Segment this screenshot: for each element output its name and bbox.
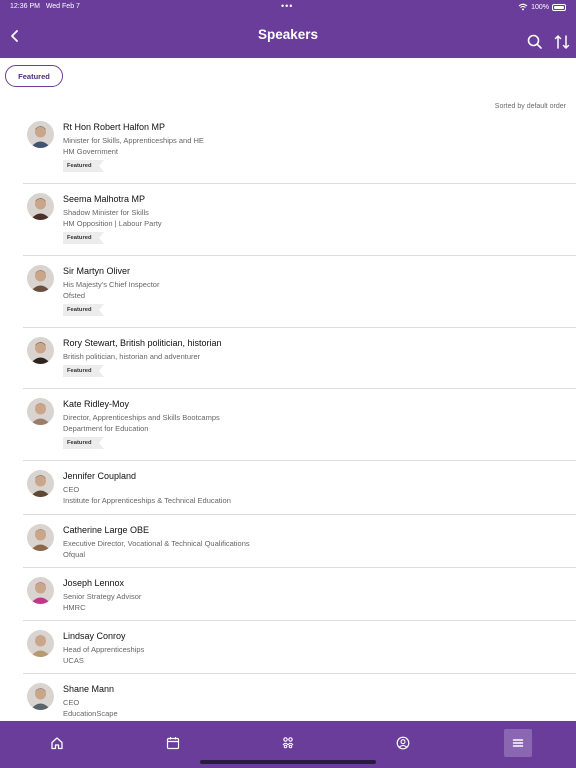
speaker-name: Rory Stewart, British politician, histor… — [63, 338, 222, 348]
battery-icon — [552, 3, 566, 11]
sort-order-label: Sorted by default order — [494, 103, 566, 110]
featured-badge: Featured — [63, 160, 104, 172]
home-indicator — [200, 760, 376, 764]
speaker-avatar — [27, 524, 54, 551]
speaker-avatar — [27, 337, 54, 364]
speaker-avatar — [27, 683, 54, 710]
speaker-title: Director, Apprenticeships and Skills Boo… — [63, 413, 220, 422]
featured-badge: Featured — [63, 232, 104, 244]
speaker-name: Lindsay Conroy — [63, 631, 126, 641]
profile-icon — [396, 736, 410, 750]
speaker-title: British politician, historian and advent… — [63, 352, 201, 361]
speaker-avatar — [27, 121, 54, 148]
speaker-title: Head of Apprenticeships — [63, 645, 145, 654]
calendar-icon — [166, 737, 180, 750]
speaker-organisation: HM Opposition | Labour Party — [63, 219, 162, 228]
speaker-title: CEO — [63, 698, 80, 707]
speaker-avatar — [27, 193, 54, 220]
speaker-row[interactable]: Seema Malhotra MP Shadow Minister for Ski… — [23, 184, 576, 256]
speaker-row[interactable]: Lindsay Conroy Head of Apprenticeships UCA… — [23, 621, 576, 674]
speaker-avatar — [27, 577, 54, 604]
speaker-name: Shane Mann — [63, 684, 115, 694]
speaker-organisation: UCAS — [63, 656, 84, 665]
speaker-title: Shadow Minister for Skills — [63, 208, 149, 217]
speaker-organisation: EducationScape — [63, 709, 118, 718]
page-title: Speakers — [257, 27, 319, 42]
speaker-name: Joseph Lennox — [63, 578, 125, 588]
speaker-organisation: HM Government — [63, 147, 119, 156]
speaker-row[interactable]: Rory Stewart, British politician, histor… — [23, 328, 576, 389]
tab-menu[interactable] — [504, 729, 532, 757]
speaker-avatar — [27, 470, 54, 497]
speaker-title: Executive Director, Vocational & Technic… — [63, 539, 250, 548]
speaker-row[interactable]: Rt Hon Robert Halfon MP Minister for Skil… — [23, 112, 576, 184]
tab-home[interactable] — [43, 729, 71, 757]
speaker-title: CEO — [63, 485, 80, 494]
search-icon[interactable] — [526, 33, 544, 51]
nav-bar: Speakers — [0, 14, 576, 58]
status-bar: 12:36 PM Wed Feb 7 ••• 100% — [0, 0, 576, 14]
battery-percent: 100% — [531, 3, 549, 11]
tab-agenda[interactable] — [159, 729, 187, 757]
tab-people[interactable] — [274, 729, 302, 757]
speaker-row[interactable]: Joseph Lennox Senior Strategy Advisor HMRC — [23, 568, 576, 621]
tab-profile[interactable] — [389, 729, 417, 757]
multitasking-dots[interactable]: ••• — [281, 1, 293, 11]
speaker-title: Senior Strategy Advisor — [63, 592, 142, 601]
status-date: Wed Feb 7 — [45, 3, 80, 10]
speaker-name: Sir Martyn Oliver — [63, 266, 131, 276]
speaker-name: Catherine Large OBE — [63, 525, 150, 535]
speaker-name: Seema Malhotra MP — [63, 194, 146, 204]
speaker-avatar — [27, 398, 54, 425]
speaker-organisation: Institute for Apprenticeships & Technica… — [63, 496, 231, 505]
wifi-icon — [518, 3, 528, 11]
speaker-name: Jennifer Coupland — [63, 471, 137, 481]
featured-badge: Featured — [63, 437, 104, 449]
speaker-avatar — [27, 630, 54, 657]
speaker-organisation: Department for Education — [63, 424, 149, 433]
speaker-row[interactable]: Shane Mann CEO EducationScape — [23, 674, 576, 723]
speaker-row[interactable]: Catherine Large OBE Executive Director, V… — [23, 515, 576, 568]
featured-badge: Featured — [63, 304, 104, 316]
speaker-list: Rt Hon Robert Halfon MP Minister for Skil… — [23, 112, 576, 723]
home-icon — [51, 737, 63, 750]
speaker-row[interactable]: Jennifer Coupland CEO Institute for Appren… — [23, 461, 576, 515]
speaker-organisation: Ofqual — [63, 550, 86, 559]
menu-icon — [512, 739, 524, 747]
speaker-row[interactable]: Kate Ridley-Moy Director, Apprenticeships… — [23, 389, 576, 461]
sort-icon[interactable] — [553, 33, 571, 51]
people-icon — [282, 737, 294, 749]
speaker-name: Rt Hon Robert Halfon MP — [63, 122, 166, 132]
speaker-organisation: HMRC — [63, 603, 86, 612]
speaker-name: Kate Ridley-Moy — [63, 399, 130, 409]
status-time: 12:36 PM Wed Feb 7 — [10, 3, 80, 10]
filter-featured-chip[interactable]: Featured — [5, 65, 63, 87]
speaker-title: Minister for Skills, Apprenticeships and… — [63, 136, 204, 145]
speaker-avatar — [27, 265, 54, 292]
featured-badge: Featured — [63, 365, 104, 377]
speaker-title: His Majesty's Chief Inspector — [63, 280, 160, 289]
speaker-organisation: Ofsted — [63, 291, 86, 300]
speaker-row[interactable]: Sir Martyn Oliver His Majesty's Chief Ins… — [23, 256, 576, 328]
